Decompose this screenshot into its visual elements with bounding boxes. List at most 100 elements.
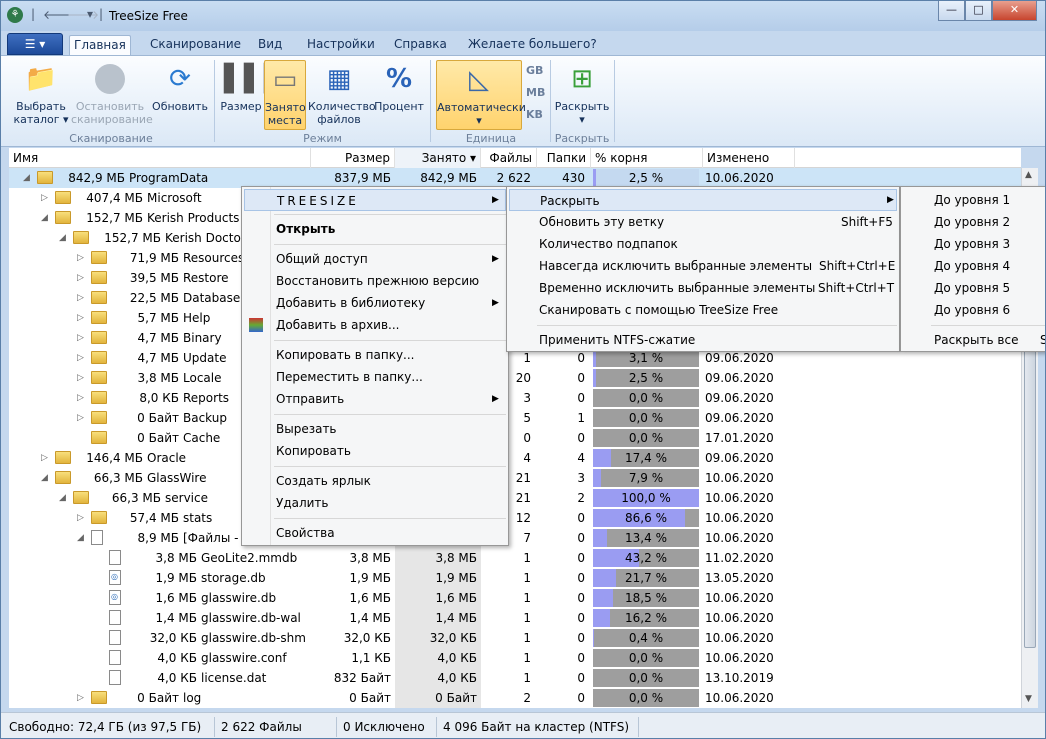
tree-row[interactable]: 1,4 МБ glasswire.db-wal 1,4 МБ 1,4 МБ 1 0 16,2…: [9, 608, 1021, 628]
submenu-item-subfolder-count[interactable]: Количество подпапок: [539, 233, 678, 255]
level-3-item[interactable]: До уровня 3: [934, 233, 1010, 255]
row-name[interactable]: Cache: [183, 428, 220, 448]
menu-item-copy[interactable]: Копировать: [276, 440, 351, 462]
expand-arrow-icon[interactable]: ▷: [77, 268, 87, 288]
forward-arrow-icon[interactable]: 🡒: [67, 7, 99, 22]
select-folder-button[interactable]: 📁 Выбрать каталог ▾: [13, 60, 69, 126]
stop-scan-button[interactable]: Остановить сканирование: [71, 60, 153, 126]
expand-arrow-icon[interactable]: ▷: [77, 388, 87, 408]
expand-arrow-icon[interactable]: ▷: [77, 288, 87, 308]
row-name[interactable]: Update: [183, 348, 226, 368]
level-2-item[interactable]: До уровня 2: [934, 211, 1010, 233]
tree-row[interactable]: ▷ 3,8 МБ Locale 20 0 2,5 % 09.06.2020: [9, 368, 1021, 388]
row-name[interactable]: Help: [183, 308, 210, 328]
expand-arrow-icon[interactable]: ▷: [77, 368, 87, 388]
expand-arrow-icon[interactable]: ▷: [77, 688, 87, 708]
menu-item-copy-to[interactable]: Копировать в папку...: [276, 344, 415, 366]
menu-item-add-library[interactable]: Добавить в библиотеку: [276, 292, 425, 314]
col-files[interactable]: Файлы: [481, 148, 537, 168]
tree-row[interactable]: ◢ 842,9 МБ ProgramData 837,9 МБ 842,9 МБ 2 62…: [9, 168, 1021, 188]
row-name[interactable]: glasswire.db-wal: [201, 608, 301, 628]
tree-row[interactable]: ▷ 0 Байт Backup 5 1 0,0 % 09.06.2020: [9, 408, 1021, 428]
level-5-item[interactable]: До уровня 5: [934, 277, 1010, 299]
expand-arrow-icon[interactable]: ▷: [77, 328, 87, 348]
col-used[interactable]: Занято ▾: [395, 148, 481, 168]
unit-kb-button[interactable]: KB: [526, 108, 543, 121]
menu-item-share[interactable]: Общий доступ: [276, 248, 368, 270]
tree-row[interactable]: 0 Байт Cache 0 0 0,0 % 17.01.2020: [9, 428, 1021, 448]
row-name[interactable]: Locale: [183, 368, 221, 388]
collapse-arrow-icon[interactable]: ◢: [41, 208, 51, 228]
row-name[interactable]: Oracle: [147, 448, 186, 468]
row-name[interactable]: glasswire.conf: [201, 648, 287, 668]
tree-row[interactable]: ◢ 66,3 МБ service 21 2 100,0 % 10.06.2020: [9, 488, 1021, 508]
row-name[interactable]: storage.db: [201, 568, 266, 588]
row-name[interactable]: Backup: [183, 408, 227, 428]
col-size[interactable]: Размер: [311, 148, 395, 168]
scrollbar-thumb[interactable]: [1024, 308, 1036, 648]
row-name[interactable]: Binary: [183, 328, 222, 348]
collapse-arrow-icon[interactable]: ◢: [59, 228, 69, 248]
menu-item-move-to[interactable]: Переместить в папку...: [276, 366, 423, 388]
unit-gb-button[interactable]: GB: [526, 64, 543, 77]
collapse-arrow-icon[interactable]: ◢: [41, 468, 51, 488]
level-1-item[interactable]: До уровня 1: [934, 189, 1010, 211]
row-name[interactable]: log: [183, 688, 201, 708]
mode-used-space-button[interactable]: ▭ Занято места: [264, 60, 306, 130]
quick-access-dropdown-icon[interactable]: ▾: [87, 7, 93, 21]
expand-arrow-icon[interactable]: ▷: [77, 348, 87, 368]
row-name[interactable]: service: [165, 488, 208, 508]
collapse-arrow-icon[interactable]: ◢: [23, 168, 33, 188]
tree-row[interactable]: 4,0 КБ license.dat 832 Байт 4,0 КБ 1 0 0,0 % 13…: [9, 668, 1021, 688]
submenu-item-exclude-permanent[interactable]: Навсегда исключить выбранные элементы: [539, 255, 812, 277]
scroll-down-icon[interactable]: ▼: [1025, 694, 1032, 704]
scroll-up-icon[interactable]: ▲: [1025, 170, 1032, 180]
expand-arrow-icon[interactable]: ▷: [77, 408, 87, 428]
minimize-button[interactable]: —: [938, 1, 965, 21]
refresh-button[interactable]: ⟳ Обновить: [151, 60, 209, 113]
close-button[interactable]: ✕: [992, 1, 1037, 21]
expand-arrow-icon[interactable]: ▷: [41, 448, 51, 468]
mode-size-button[interactable]: ▌▌▌ Размер: [220, 60, 284, 113]
tree-row[interactable]: ▷ 57,4 МБ stats 12 0 86,6 % 10.06.2020: [9, 508, 1021, 528]
expand-arrow-icon[interactable]: ▷: [77, 248, 87, 268]
tree-row[interactable]: ▷ 146,4 МБ Oracle 4 4 17,4 % 09.06.2020: [9, 448, 1021, 468]
row-name[interactable]: Microsoft: [147, 188, 202, 208]
mode-percent-button[interactable]: % Процент: [373, 60, 425, 113]
menu-item-restore-version[interactable]: Восстановить прежнюю версию: [276, 270, 479, 292]
tree-row[interactable]: 1,6 МБ glasswire.db 1,6 МБ 1,6 МБ 1 0 18,5 % 10…: [9, 588, 1021, 608]
row-name[interactable]: GeoLite2.mmdb: [201, 548, 297, 568]
unit-auto-button[interactable]: ◺ Автоматически ▾: [436, 60, 526, 130]
menu-item-treesize[interactable]: TREESIZE: [244, 189, 506, 211]
submenu-item-exclude-temporary[interactable]: Временно исключить выбранные элементы: [539, 277, 815, 299]
col-folders[interactable]: Папки: [537, 148, 591, 168]
collapse-arrow-icon[interactable]: ◢: [77, 528, 87, 548]
row-name[interactable]: license.dat: [201, 668, 266, 688]
tree-row[interactable]: ◢ 66,3 МБ GlassWire 21 3 7,9 % 10.06.2020: [9, 468, 1021, 488]
unit-mb-button[interactable]: MB: [526, 86, 545, 99]
submenu-item-refresh-branch[interactable]: Обновить эту ветку: [539, 211, 664, 233]
collapse-arrow-icon[interactable]: ◢: [59, 488, 69, 508]
menu-item-cut[interactable]: Вырезать: [276, 418, 337, 440]
expand-arrow-icon[interactable]: ▷: [77, 308, 87, 328]
tab-scan[interactable]: Сканирование: [146, 35, 245, 55]
tree-row[interactable]: 3,8 МБ GeoLite2.mmdb 3,8 МБ 3,8 МБ 1 0 43,2 % 1…: [9, 548, 1021, 568]
row-name[interactable]: GlassWire: [147, 468, 206, 488]
tab-settings[interactable]: Настройки: [303, 35, 379, 55]
tab-upgrade[interactable]: Желаете большего?: [464, 35, 601, 55]
level-6-item[interactable]: До уровня 6: [934, 299, 1010, 321]
row-name[interactable]: ProgramData: [129, 168, 208, 188]
expand-arrow-icon[interactable]: ▷: [41, 188, 51, 208]
row-name[interactable]: [Файлы -: [183, 528, 238, 548]
level-4-item[interactable]: До уровня 4: [934, 255, 1010, 277]
menu-item-delete[interactable]: Удалить: [276, 492, 329, 514]
tree-row[interactable]: ▷ 8,0 КБ Reports 3 0 0,0 % 09.06.2020: [9, 388, 1021, 408]
tab-view[interactable]: Вид: [254, 35, 286, 55]
tree-row[interactable]: 4,0 КБ glasswire.conf 1,1 КБ 4,0 КБ 1 0 0,0 % 1…: [9, 648, 1021, 668]
row-name[interactable]: Database: [183, 288, 240, 308]
row-name[interactable]: Kerish Products: [147, 208, 239, 228]
tree-row[interactable]: 32,0 КБ glasswire.db-shm 32,0 КБ 32,0 КБ 1 0 0…: [9, 628, 1021, 648]
col-name[interactable]: Имя: [9, 148, 311, 168]
row-name[interactable]: glasswire.db: [201, 588, 276, 608]
row-name[interactable]: Restore: [183, 268, 229, 288]
